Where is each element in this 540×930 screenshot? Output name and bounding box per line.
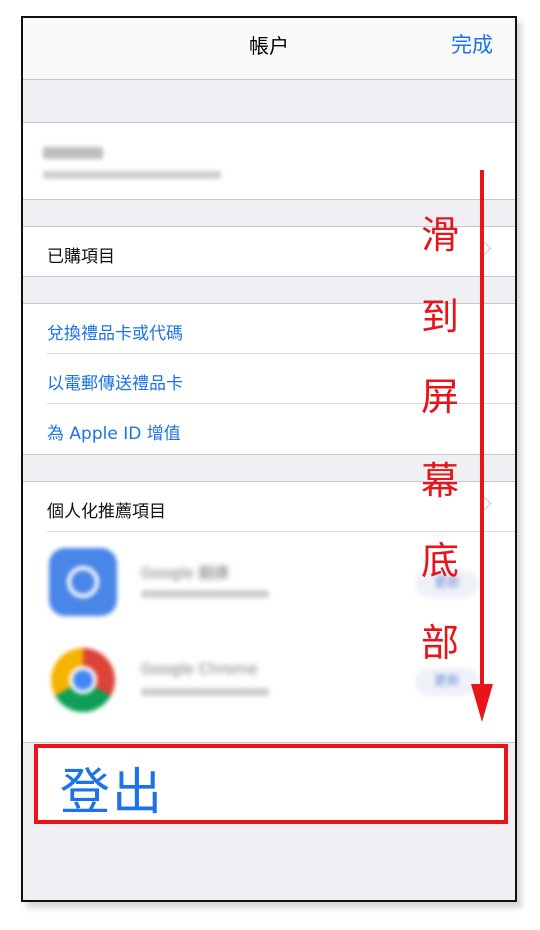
app-name: Google Chrome [141, 660, 258, 678]
logout-button[interactable]: 登出 [60, 752, 164, 824]
redeem-gift-card-link: 兌換禮品卡或代碼 [47, 324, 183, 344]
blurred-account-email [43, 171, 221, 179]
google-chrome-icon [49, 646, 117, 714]
annotation-char: 幕 [420, 459, 459, 503]
app-subtitle-blurred [141, 688, 269, 696]
annotation-char: 部 [420, 621, 459, 665]
annotation-char: 滑 [420, 213, 459, 257]
google-translate-icon [49, 548, 117, 616]
annotation-char: 到 [420, 295, 459, 339]
navigation-bar: 帳户 完成 [23, 18, 515, 80]
account-info[interactable] [23, 122, 515, 200]
arrow-down-icon [471, 684, 493, 722]
annotation-char: 底 [420, 539, 459, 583]
annotation-char: 屏 [420, 375, 459, 419]
send-gift-card-link: 以電郵傳送禮品卡 [47, 374, 183, 394]
app-name: Google 翻譯 [141, 564, 229, 582]
add-funds-link: 為 Apple ID 增值 [47, 424, 181, 444]
purchased-label: 已購項目 [47, 247, 115, 267]
page-title: 帳户 [249, 34, 289, 58]
blurred-account-name [43, 147, 103, 159]
done-button[interactable]: 完成 [451, 29, 493, 59]
personalized-label: 個人化推薦項目 [47, 502, 166, 522]
phone-screen: 帳户 完成 已購項目 兌換禮品卡或代碼 以電郵傳送禮品卡 為 Apple ID … [21, 16, 517, 902]
update-button[interactable]: 更新 [415, 668, 479, 696]
app-subtitle-blurred [141, 590, 269, 598]
logout-highlight-box: 登出 [34, 744, 508, 824]
scroll-down-arrow-line [480, 170, 484, 690]
